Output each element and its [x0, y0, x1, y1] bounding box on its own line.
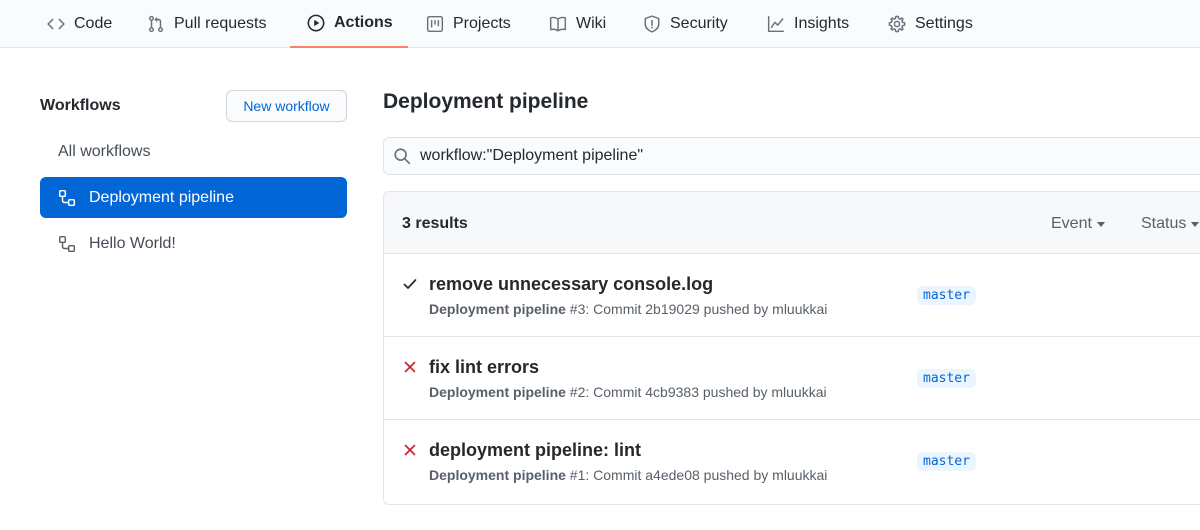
run-workflow-name: Deployment pipeline — [429, 384, 566, 400]
tab-security[interactable]: Security — [643, 0, 728, 48]
search-input[interactable] — [420, 147, 1120, 165]
tab-label: Code — [74, 15, 113, 32]
caret-down-icon — [1096, 221, 1105, 227]
run-meta: Deployment pipeline #1: Commit a4ede08 p… — [429, 467, 827, 483]
run-title[interactable]: deployment pipeline: lint — [429, 440, 641, 461]
tab-pull-requests[interactable]: Pull requests — [147, 0, 267, 48]
table-row[interactable]: fix lint errors Deployment pipeline #2: … — [384, 337, 1200, 420]
x-icon — [404, 361, 416, 373]
status-filter[interactable]: Status — [1141, 215, 1200, 233]
results-count: 3 results — [402, 215, 468, 232]
tab-settings[interactable]: Settings — [888, 0, 973, 48]
workflow-icon — [58, 189, 76, 206]
search-box — [383, 137, 1200, 175]
status-filter-label: Status — [1141, 215, 1187, 232]
tab-label: Security — [670, 15, 728, 32]
table-header: 3 results Event Status — [384, 192, 1200, 254]
sidebar-item-label: All workflows — [58, 142, 151, 160]
run-workflow-name: Deployment pipeline — [429, 301, 566, 317]
shield-icon — [644, 15, 660, 33]
run-meta: Deployment pipeline #2: Commit 4cb9383 p… — [429, 384, 827, 400]
tab-insights[interactable]: Insights — [767, 0, 849, 48]
sidebar-item-all-workflows[interactable]: All workflows — [40, 131, 347, 172]
table-row[interactable]: deployment pipeline: lint Deployment pip… — [384, 420, 1200, 503]
new-workflow-button[interactable]: New workflow — [226, 90, 347, 122]
tab-code[interactable]: Code — [47, 0, 112, 48]
run-details: #1: Commit a4ede08 pushed by mluukkai — [565, 467, 828, 483]
sidebar-item-label: Hello World! — [89, 234, 176, 252]
run-title[interactable]: remove unnecessary console.log — [429, 274, 713, 295]
play-icon — [307, 14, 325, 32]
event-filter-label: Event — [1051, 215, 1092, 232]
run-title[interactable]: fix lint errors — [429, 357, 539, 378]
pull-request-icon — [148, 15, 164, 33]
branch-label[interactable]: master — [917, 286, 976, 305]
gear-icon — [888, 15, 906, 33]
branch-label[interactable]: master — [917, 452, 976, 471]
run-workflow-name: Deployment pipeline — [429, 467, 566, 483]
tab-label: Pull requests — [174, 15, 267, 32]
x-icon — [404, 444, 416, 456]
sidebar-item-label: Deployment pipeline — [89, 188, 234, 206]
tab-label: Projects — [453, 15, 511, 32]
tab-wiki[interactable]: Wiki — [549, 0, 606, 48]
run-details: #2: Commit 4cb9383 pushed by mluukkai — [565, 384, 827, 400]
page-title: Deployment pipeline — [383, 90, 589, 113]
workflow-icon — [58, 235, 76, 252]
tab-label: Actions — [334, 14, 393, 31]
tab-label: Insights — [794, 15, 850, 32]
branch-label[interactable]: master — [917, 369, 976, 388]
book-icon — [549, 16, 567, 32]
sidebar-title: Workflows — [40, 97, 121, 114]
tab-label: Settings — [915, 15, 973, 32]
check-icon — [403, 279, 417, 289]
tab-actions[interactable]: Actions — [290, 0, 408, 48]
run-meta: Deployment pipeline #3: Commit 2b19029 p… — [429, 301, 827, 317]
tab-projects[interactable]: Projects — [426, 0, 511, 48]
event-filter[interactable]: Event — [1051, 215, 1105, 233]
code-icon — [47, 18, 65, 30]
run-details: #3: Commit 2b19029 pushed by mluukkai — [565, 301, 828, 317]
caret-down-icon — [1191, 221, 1200, 227]
sidebar-item-hello-world[interactable]: Hello World! — [40, 223, 347, 264]
table-row[interactable]: remove unnecessary console.log Deploymen… — [384, 254, 1200, 337]
graph-icon — [767, 15, 785, 33]
workflow-runs-table: 3 results Event Status remove unnecessar… — [383, 191, 1200, 505]
sidebar-item-deployment-pipeline[interactable]: Deployment pipeline — [40, 177, 347, 218]
repo-nav: Code Pull requests Actions Projects Wiki… — [0, 0, 1200, 48]
project-icon — [426, 15, 444, 33]
tab-label: Wiki — [576, 15, 607, 32]
search-icon — [394, 148, 411, 165]
